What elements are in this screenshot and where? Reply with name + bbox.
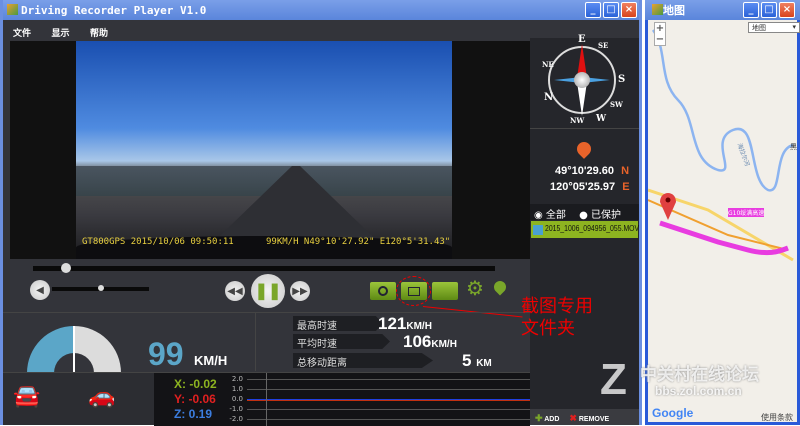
maximize-button[interactable]: □ — [603, 2, 619, 18]
open-folder-icon[interactable] — [432, 282, 458, 300]
road-label: G10绥满高速 — [728, 208, 765, 217]
player-window: Driving Recorder Player V1.0 _ □ × 文件 显示… — [0, 0, 642, 426]
video-area[interactable]: GT800GPS 2015/10/06 09:50:11 99KM/H N49°… — [10, 41, 530, 259]
file-filter: ◉ 全部 ● 已保护 — [530, 204, 639, 221]
app-icon — [7, 4, 18, 15]
mute-button[interactable]: ◀ — [30, 280, 50, 300]
map-close-button[interactable]: × — [779, 2, 795, 18]
file-name: 2015_1006_094956_055.MOV — [545, 224, 640, 233]
rewind-button[interactable]: ◀◀ — [225, 281, 245, 301]
seek-bar[interactable] — [33, 263, 495, 273]
fast-forward-button[interactable]: ▶▶ — [290, 281, 310, 301]
annotation-line2: 文件夹 — [521, 318, 575, 339]
speed-unit: KM/H — [194, 353, 228, 368]
seek-handle[interactable] — [61, 263, 71, 273]
annotation-text: 截图专用 文件夹 — [521, 296, 593, 340]
car-front-icon: 🚘 — [13, 383, 41, 408]
y-value: -0.06 — [188, 392, 216, 406]
menu-file[interactable]: 文件 — [13, 29, 31, 39]
annotation-circle — [396, 276, 431, 306]
compass-s: S — [618, 74, 626, 85]
speed-gauge — [27, 326, 121, 373]
menu-view[interactable]: 显示 — [51, 29, 69, 39]
avg-speed-label: 平均时速 — [293, 334, 390, 349]
x-value: -0.02 — [189, 377, 217, 391]
compass-n: N — [544, 92, 554, 103]
watermark-text: 中关村在线论坛 — [640, 365, 759, 385]
compass-nw: NW — [570, 116, 585, 125]
map-zoom-control: + − — [654, 22, 666, 46]
river — [651, 29, 794, 192]
tick-1: 1.0 — [231, 385, 243, 393]
annotation-line1: 截图专用 — [521, 296, 593, 317]
map-pin-icon[interactable] — [491, 278, 509, 296]
compass-e: E — [578, 34, 586, 45]
tick-neg1: -1.0 — [229, 405, 243, 413]
compass: E SE S SW W NW N NE — [542, 34, 625, 125]
volume-handle[interactable] — [98, 285, 104, 291]
watermark-url: bbs.zol.com.cn — [655, 384, 742, 398]
minimize-button[interactable]: _ — [585, 2, 601, 18]
z-value: 0.19 — [188, 407, 213, 421]
longitude: 120°05'25.97 E — [550, 181, 630, 193]
distance-label: 总移动距离 — [293, 353, 433, 368]
max-speed-value: 121KM/H — [378, 314, 432, 333]
compass-se: SE — [598, 41, 609, 50]
volume-slider[interactable] — [52, 285, 149, 291]
remove-button[interactable]: ✖ REMOVE — [569, 413, 609, 423]
add-button[interactable]: ✚ ADD — [535, 413, 559, 423]
map-marker-icon — [660, 193, 676, 220]
unlock-icon — [533, 225, 543, 235]
filter-all-radio[interactable]: ◉ 全部 — [534, 210, 566, 221]
title-bar: Driving Recorder Player V1.0 _ □ × — [3, 0, 639, 20]
map-type-select[interactable]: 地图 ▾ — [748, 22, 800, 33]
z-label: Z: — [174, 407, 186, 421]
chevron-down-icon: ▾ — [792, 23, 796, 31]
zoom-in-button[interactable]: + — [655, 23, 665, 34]
y-label: Y: — [174, 392, 186, 406]
window-title: Driving Recorder Player V1.0 — [21, 3, 207, 17]
map-window-title: 地图 — [663, 4, 685, 17]
map-maximize-button[interactable]: □ — [761, 2, 777, 18]
location-pin-icon — [574, 139, 594, 159]
filter-protected-radio[interactable]: ● 已保护 — [579, 210, 621, 221]
watermark-logo: Z — [600, 355, 627, 404]
max-speed-label: 最高时速 — [293, 316, 383, 331]
current-speed: 99 — [148, 336, 184, 372]
google-logo: Google — [652, 406, 694, 420]
map-app-icon — [652, 4, 663, 15]
gsensor-panel: 🚘 🚗 X: -0.02 Y: -0.06 Z: 0.19 2.0 1.0 0.… — [3, 372, 530, 426]
graph-cursor — [266, 373, 267, 426]
distance-value: 5 KM — [462, 351, 492, 370]
latitude: 49°10'29.60 N — [555, 165, 630, 177]
video-timestamp: GT800GPS 2015/10/06 09:50:11 — [82, 237, 234, 247]
car-side-icon: 🚗 — [88, 383, 116, 408]
close-button[interactable]: × — [621, 2, 637, 18]
compass-w: W — [596, 114, 607, 124]
compass-ne: NE — [542, 60, 554, 69]
tick-neg2: -2.0 — [229, 415, 243, 423]
pause-button[interactable]: ❚❚ — [251, 274, 285, 308]
terms-link[interactable]: 使用条款 — [761, 412, 793, 423]
settings-gear-icon[interactable]: ⚙ — [466, 279, 484, 299]
compass-sw: SW — [610, 100, 623, 109]
y-series-line — [247, 400, 530, 401]
map-title-bar: 地图 _ □ × — [645, 0, 800, 20]
x-icon: ✖ — [569, 413, 577, 423]
video-frame: GT800GPS 2015/10/06 09:50:11 99KM/H N49°… — [76, 41, 452, 259]
file-list-item[interactable]: 2015_1006_094956_055.MOV — [531, 221, 640, 238]
camera-snapshot-icon[interactable] — [370, 282, 396, 300]
map-minimize-button[interactable]: _ — [743, 2, 759, 18]
tick-2: 2.0 — [231, 375, 243, 383]
plus-icon: ✚ — [535, 413, 543, 423]
tick-0: 0.0 — [231, 395, 243, 403]
menu-help[interactable]: 帮助 — [90, 29, 108, 39]
menu-bar: 文件 显示 帮助 — [13, 23, 124, 41]
route-line — [659, 220, 789, 256]
zoom-out-button[interactable]: − — [655, 34, 665, 45]
x-label: X: — [174, 377, 186, 391]
place-label: 黑 — [790, 143, 797, 151]
video-gps-overlay: 99KM/H N49°10'27.92" E120°5'31.43" — [266, 237, 451, 247]
avg-speed-value: 106KM/H — [403, 332, 457, 351]
